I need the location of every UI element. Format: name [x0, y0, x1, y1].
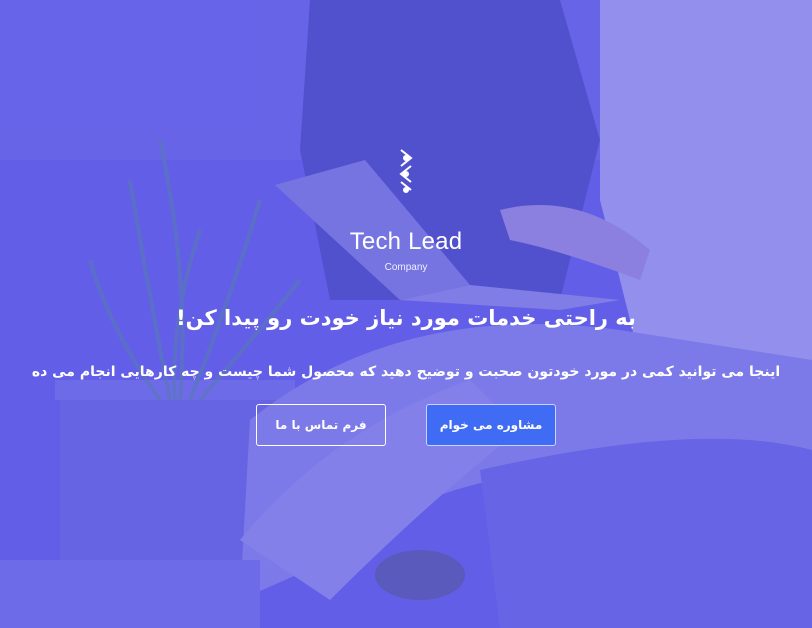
hero-headline: به راحتی خدمات مورد نیاز خودت رو پیدا کن… [176, 306, 636, 330]
contact-form-button[interactable]: فرم تماس با ما [256, 404, 386, 446]
brand-name: Tech Lead [349, 228, 463, 255]
consultation-button[interactable]: مشاوره می خوام [426, 404, 556, 446]
brand-subtitle: Company [384, 262, 428, 273]
tech-lead-logo-icon [399, 149, 413, 193]
hero-content: Tech Lead Company به راحتی خدمات مورد نی… [0, 0, 812, 628]
logo [0, 146, 812, 200]
hero-section: Tech Lead Company به راحتی خدمات مورد نی… [0, 0, 812, 628]
hero-description: اینجا می توانید کمی در مورد خودتون صحبت … [31, 364, 781, 380]
